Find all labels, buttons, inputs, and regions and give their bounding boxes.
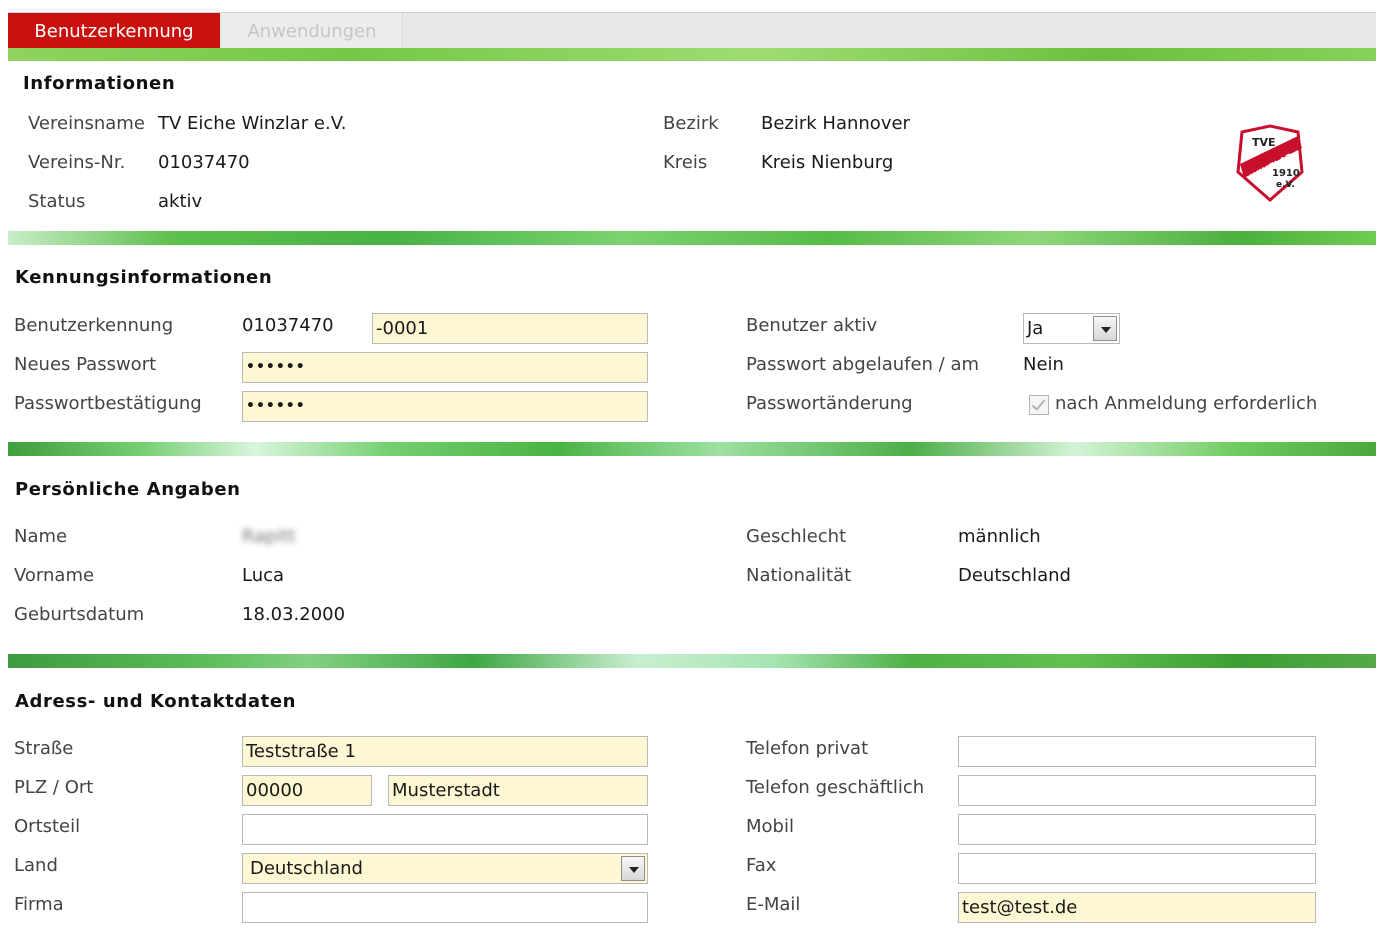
svg-text:1910: 1910	[1272, 168, 1300, 179]
passwortbestaetigung-input[interactable]: ••••••	[242, 391, 648, 422]
ort-input[interactable]: Musterstadt	[388, 775, 648, 806]
vorname-label: Vorname	[14, 565, 95, 586]
geschlecht-value: männlich	[958, 526, 1041, 547]
land-label: Land	[14, 855, 58, 876]
section-heading-adresse: Adress- und Kontaktdaten	[15, 691, 297, 712]
telefon-geschaeftlich-input[interactable]	[958, 775, 1316, 806]
name-value: Rapitt	[242, 526, 296, 547]
ortsteil-label: Ortsteil	[14, 816, 81, 837]
section-divider	[8, 654, 1376, 668]
email-input[interactable]: test@test.de	[958, 892, 1316, 923]
strasse-label: Straße	[14, 738, 74, 759]
firma-input[interactable]	[242, 892, 648, 923]
fax-label: Fax	[746, 855, 777, 876]
neues-passwort-label: Neues Passwort	[14, 354, 157, 375]
passwort-abgelaufen-value: Nein	[1023, 354, 1064, 375]
section-heading-informationen: Informationen	[23, 73, 176, 94]
chevron-down-icon	[629, 867, 639, 873]
geschlecht-label: Geschlecht	[746, 526, 847, 547]
bezirk-label: Bezirk	[663, 113, 719, 134]
passwort-abgelaufen-label: Passwort abgelaufen / am	[746, 354, 980, 375]
kreis-value: Kreis Nienburg	[761, 152, 894, 173]
telefon-privat-input[interactable]	[958, 736, 1316, 767]
chevron-down-icon	[1101, 327, 1111, 333]
section-divider	[8, 231, 1376, 245]
benutzer-aktiv-select[interactable]: Ja	[1023, 313, 1120, 344]
passwortaenderung-label: Passwortänderung	[746, 393, 913, 414]
svg-text:e.V.: e.V.	[1276, 180, 1295, 190]
passwortaenderung-checkbox-label: nach Anmeldung erforderlich	[1055, 393, 1318, 414]
plz-input[interactable]: 00000	[242, 775, 372, 806]
mobil-input[interactable]	[958, 814, 1316, 845]
benutzerkennung-prefix: 01037470	[242, 315, 334, 336]
benutzerkennung-label: Benutzerkennung	[14, 315, 174, 336]
bezirk-value: Bezirk Hannover	[761, 113, 910, 134]
telefon-privat-label: Telefon privat	[746, 738, 869, 759]
svg-text:TVE: TVE	[1252, 136, 1276, 149]
section-heading-persoenlich: Persönliche Angaben	[15, 479, 241, 500]
section-heading-kennung: Kennungsinformationen	[15, 267, 273, 288]
email-label: E-Mail	[746, 894, 801, 915]
status-value: aktiv	[158, 191, 203, 212]
ortsteil-input[interactable]	[242, 814, 648, 845]
tab-bar: Benutzerkennung Anwendungen	[8, 12, 1376, 49]
nationalitaet-value: Deutschland	[958, 565, 1071, 586]
tab-benutzerkennung[interactable]: Benutzerkennung	[8, 13, 220, 49]
section-divider	[8, 48, 1376, 61]
vereinsname-label: Vereinsname	[28, 113, 145, 134]
vereinsnr-label: Vereins-Nr.	[28, 152, 126, 173]
strasse-input[interactable]: Teststraße 1	[242, 736, 648, 767]
vereinsname-value: TV Eiche Winzlar e.V.	[158, 113, 347, 134]
dropdown-button[interactable]	[1093, 316, 1117, 341]
status-label: Status	[28, 191, 86, 212]
club-logo-icon: TVE WINZLAR 1910 e.V.	[1236, 124, 1304, 202]
section-divider	[8, 442, 1376, 456]
firma-label: Firma	[14, 894, 64, 915]
mobil-label: Mobil	[746, 816, 794, 837]
nationalitaet-label: Nationalität	[746, 565, 852, 586]
name-label: Name	[14, 526, 68, 547]
benutzerkennung-suffix-input[interactable]: -0001	[372, 313, 648, 344]
plz-ort-label: PLZ / Ort	[14, 777, 94, 798]
vereinsnr-value: 01037470	[158, 152, 250, 173]
check-icon	[1031, 396, 1046, 411]
kreis-label: Kreis	[663, 152, 708, 173]
fax-input[interactable]	[958, 853, 1316, 884]
telefon-geschaeftlich-label: Telefon geschäftlich	[746, 777, 925, 798]
vorname-value: Luca	[242, 565, 285, 586]
dropdown-button[interactable]	[621, 856, 645, 881]
land-select[interactable]: Deutschland	[242, 853, 648, 884]
passwortaenderung-checkbox[interactable]	[1029, 395, 1049, 415]
tab-anwendungen[interactable]: Anwendungen	[222, 13, 403, 49]
passwortbestaetigung-label: Passwortbestätigung	[14, 393, 202, 414]
benutzer-aktiv-label: Benutzer aktiv	[746, 315, 878, 336]
geburtsdatum-label: Geburtsdatum	[14, 604, 145, 625]
geburtsdatum-value: 18.03.2000	[242, 604, 346, 625]
neues-passwort-input[interactable]: ••••••	[242, 352, 648, 383]
benutzer-aktiv-value: Ja	[1027, 318, 1044, 339]
land-value: Deutschland	[250, 858, 363, 879]
